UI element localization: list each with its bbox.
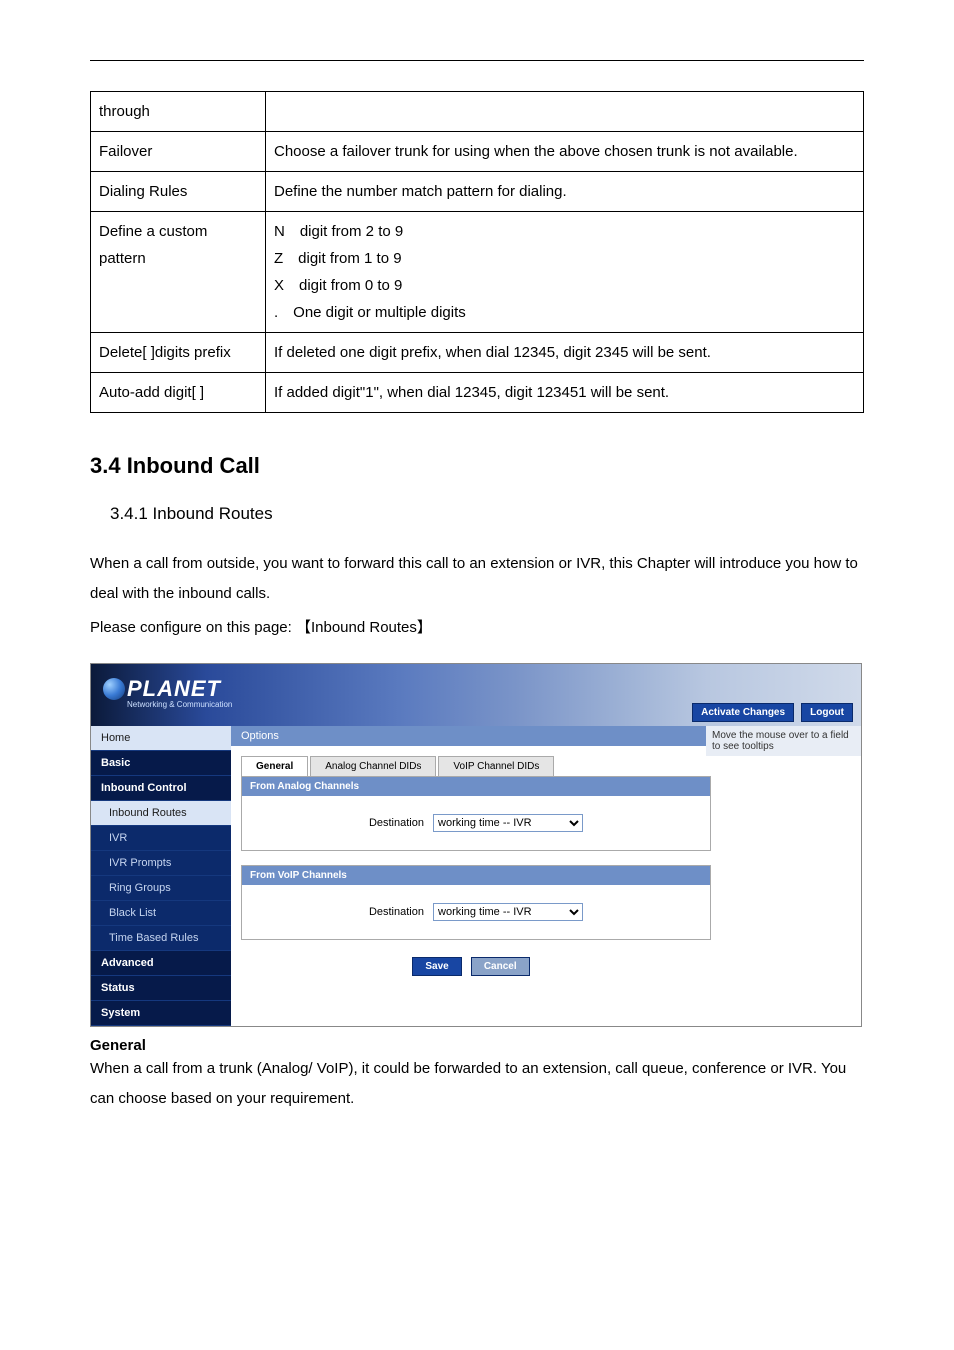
logo-text: PLANET xyxy=(127,676,221,702)
tab-general[interactable]: General xyxy=(241,756,308,776)
help-tooltip-box: Move the mouse over to a field to see to… xyxy=(706,726,861,756)
cell: If deleted one digit prefix, when dial 1… xyxy=(266,333,864,373)
cell: If added digit"1", when dial 12345, digi… xyxy=(266,373,864,413)
cancel-button[interactable]: Cancel xyxy=(471,957,530,976)
destination-select-analog[interactable]: working time -- IVR xyxy=(433,814,583,832)
paragraph: When a call from a trunk (Analog/ VoIP),… xyxy=(90,1054,864,1114)
nav-inbound-routes[interactable]: Inbound Routes xyxy=(91,801,231,826)
destination-select-voip[interactable]: working time -- IVR xyxy=(433,903,583,921)
tab-voip-dids[interactable]: VoIP Channel DIDs xyxy=(438,756,554,776)
tab-analog-dids[interactable]: Analog Channel DIDs xyxy=(310,756,436,776)
nav-home[interactable]: Home xyxy=(91,726,231,751)
cell: Define the number match pattern for dial… xyxy=(266,172,864,212)
panel-title: From VoIP Channels xyxy=(242,866,710,885)
cell: Auto-add digit[ ] xyxy=(91,373,266,413)
logo: PLANET Networking & Communication xyxy=(103,676,232,709)
embedded-screenshot: PLANET Networking & Communication Activa… xyxy=(90,663,862,1027)
paragraph: When a call from outside, you want to fo… xyxy=(90,549,864,609)
nav-advanced[interactable]: Advanced xyxy=(91,951,231,976)
save-button[interactable]: Save xyxy=(412,957,461,976)
nav-ivr-prompts[interactable]: IVR Prompts xyxy=(91,851,231,876)
cell xyxy=(266,92,864,132)
panel-voip: From VoIP Channels Destination working t… xyxy=(241,865,711,940)
app-header: PLANET Networking & Communication Activa… xyxy=(91,664,861,726)
nav-ivr[interactable]: IVR xyxy=(91,826,231,851)
nav-basic[interactable]: Basic xyxy=(91,751,231,776)
panel-title: From Analog Channels xyxy=(242,777,710,796)
cell: Failover xyxy=(91,132,266,172)
globe-icon xyxy=(103,678,125,700)
tabs: General Analog Channel DIDs VoIP Channel… xyxy=(241,756,861,776)
panel-analog: From Analog Channels Destination working… xyxy=(241,776,711,851)
cell: through xyxy=(91,92,266,132)
nav-time-rules[interactable]: Time Based Rules xyxy=(91,926,231,951)
destination-label: Destination xyxy=(369,906,424,918)
subsection-heading: 3.4.1 Inbound Routes xyxy=(110,504,864,524)
section-heading: 3.4 Inbound Call xyxy=(90,453,864,479)
logo-subtitle: Networking & Communication xyxy=(127,700,232,709)
sidebar: Home Basic Inbound Control Inbound Route… xyxy=(91,726,231,1026)
nav-status[interactable]: Status xyxy=(91,976,231,1001)
activate-changes-button[interactable]: Activate Changes xyxy=(692,703,794,722)
cell: Dialing Rules xyxy=(91,172,266,212)
paragraph: Please configure on this page: 【Inbound … xyxy=(90,613,864,643)
nav-black-list[interactable]: Black List xyxy=(91,901,231,926)
logout-button[interactable]: Logout xyxy=(801,703,853,722)
definitions-table: through FailoverChoose a failover trunk … xyxy=(90,91,864,413)
nav-system[interactable]: System xyxy=(91,1001,231,1026)
cell: Choose a failover trunk for using when t… xyxy=(266,132,864,172)
nav-inbound-control[interactable]: Inbound Control xyxy=(91,776,231,801)
destination-label: Destination xyxy=(369,817,424,829)
cell: N digit from 2 to 9 Z digit from 1 to 9 … xyxy=(266,212,864,333)
general-heading: General xyxy=(90,1037,864,1054)
nav-ring-groups[interactable]: Ring Groups xyxy=(91,876,231,901)
cell: Define a custom pattern xyxy=(91,212,266,333)
cell: Delete[ ]digits prefix xyxy=(91,333,266,373)
